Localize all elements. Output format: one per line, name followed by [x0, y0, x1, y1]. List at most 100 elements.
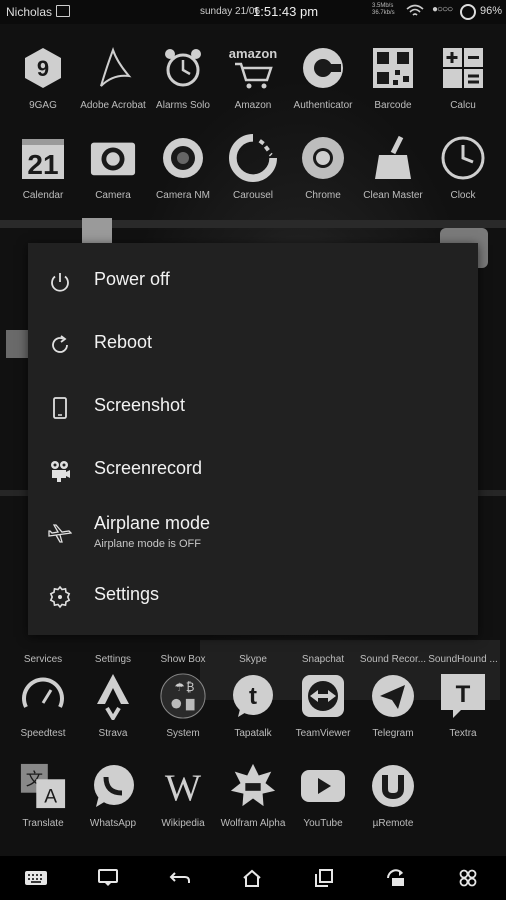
app-label: Wolfram Alpha [220, 818, 286, 829]
app-teamviewer[interactable]: TeamViewer [288, 672, 358, 752]
back-button[interactable] [166, 866, 194, 890]
youtube-icon [299, 762, 347, 810]
app-camera-nm[interactable]: Camera NM [148, 134, 218, 214]
app-label: Chrome [305, 190, 341, 201]
app-label: Skype [239, 654, 267, 665]
app-clock[interactable]: Clock [428, 134, 498, 214]
app-camera[interactable]: Camera [78, 134, 148, 214]
svg-text:W: W [165, 767, 202, 809]
app-wikipedia[interactable]: W Wikipedia [148, 762, 218, 842]
app-textra[interactable]: T Textra [428, 672, 498, 752]
svg-text:9: 9 [37, 56, 49, 81]
app-label: Clean Master [363, 190, 423, 201]
app-telegram[interactable]: Telegram [358, 672, 428, 752]
app-label: Telegram [372, 728, 414, 739]
notes-button[interactable] [94, 866, 122, 890]
gear-icon [49, 585, 71, 609]
reboot-icon [52, 335, 68, 353]
app-uremote[interactable]: µRemote [358, 762, 428, 842]
app-label: Settings [94, 654, 132, 665]
app-translate[interactable]: 文A Translate [8, 762, 78, 842]
power-menu: Power off Reboot Screenshot Screenrecord… [28, 243, 478, 635]
back-icon [169, 872, 190, 883]
calendar-icon: 21 [19, 134, 67, 182]
notification-dots-icon: ●○○○ [432, 4, 453, 15]
app-label: YouTube [303, 818, 343, 829]
menu-item-settings[interactable]: Settings [28, 565, 478, 628]
app-row-2: 21 Calendar Camera Camera NM Carousel Ch… [0, 134, 506, 214]
apps-icon [459, 869, 477, 887]
menu-item-label: Airplane mode [94, 513, 211, 533]
wifi-icon [406, 4, 424, 16]
app-label: Show Box [160, 654, 206, 665]
status-bar: Nicholas sunday 21/06 1:51:43 pm 3.5Mb/s… [0, 0, 506, 24]
app-adobe-acrobat[interactable]: Adobe Acrobat [78, 44, 148, 124]
app-chrome[interactable]: Chrome [288, 134, 358, 214]
paper-plane-icon [369, 672, 417, 720]
menu-item-reboot[interactable]: Reboot [28, 313, 478, 376]
svg-text:☂: ☂ [174, 682, 185, 694]
app-label: Camera [95, 190, 131, 201]
system-icon: ☂ ₿ [159, 672, 207, 720]
svg-text:amazon: amazon [229, 46, 277, 61]
app-9gag[interactable]: 9 9GAG [8, 44, 78, 124]
app-label: Calcu [450, 100, 476, 111]
home-button[interactable] [238, 866, 266, 890]
recents-button[interactable] [310, 866, 338, 890]
app-label: 9GAG [29, 100, 57, 111]
camera-lens-icon [159, 134, 207, 182]
app-label: Clock [450, 190, 476, 201]
app-tapatalk[interactable]: t Tapatalk [218, 672, 288, 752]
airplane-icon [48, 524, 72, 543]
app-carousel[interactable]: Carousel [218, 134, 288, 214]
app-label: Snapchat [301, 654, 345, 665]
app-amazon[interactable]: amazon Amazon [218, 44, 288, 124]
app-label: Speedtest [20, 728, 66, 739]
menu-item-label: Reboot [94, 332, 153, 352]
acrobat-icon [89, 44, 137, 92]
status-date: sunday 21/06 [200, 6, 261, 17]
app-clean-master[interactable]: Clean Master [358, 134, 428, 214]
menu-item-label: Screenrecord [94, 458, 203, 478]
keyboard-icon [25, 871, 47, 885]
app-speedtest[interactable]: Speedtest [8, 672, 78, 752]
whatsapp-icon [89, 762, 137, 810]
rotate-button[interactable] [382, 866, 410, 890]
navigation-bar [0, 856, 506, 900]
app-authenticator[interactable]: Authenticator [288, 44, 358, 124]
app-label: Tapatalk [234, 728, 272, 739]
svg-text:₿: ₿ [186, 682, 195, 694]
app-wolfram-alpha[interactable]: Wolfram Alpha [218, 762, 288, 842]
app-label: Calendar [22, 190, 64, 201]
menu-item-airplane-mode[interactable]: Airplane mode Airplane mode is OFF [28, 502, 478, 565]
app-alarms-solo[interactable]: Alarms Solo [148, 44, 218, 124]
svg-text:t: t [249, 683, 257, 710]
app-system[interactable]: ☂ ₿ System [148, 672, 218, 752]
app-whatsapp[interactable]: WhatsApp [78, 762, 148, 842]
app-label: Translate [22, 818, 64, 829]
apps-button[interactable] [454, 866, 482, 890]
app-youtube[interactable]: YouTube [288, 762, 358, 842]
app-strava[interactable]: Strava [78, 672, 148, 752]
airplane-mode-status: Airplane mode is OFF [94, 538, 201, 550]
app-calculator[interactable]: Calcu [428, 44, 498, 124]
calculator-icon [439, 44, 487, 92]
app-row-5: 文A Translate WhatsApp W Wikipedia Wolfra… [0, 762, 506, 842]
tapatalk-icon: t [229, 672, 277, 720]
app-label: System [166, 728, 200, 739]
clock-icon [439, 134, 487, 182]
menu-item-screenrecord[interactable]: Screenrecord [28, 439, 478, 502]
app-label: Alarms Solo [156, 100, 210, 111]
owner-name: Nicholas [6, 5, 53, 19]
menu-item-power-off[interactable]: Power off [28, 250, 478, 313]
gallery-icon [56, 5, 70, 17]
app-calendar[interactable]: 21 Calendar [8, 134, 78, 214]
svg-text:A: A [44, 786, 57, 807]
keyboard-button[interactable] [22, 866, 50, 890]
app-row-4: Speedtest Strava ☂ ₿ System t Tapatalk Te… [0, 672, 506, 752]
app-barcode[interactable]: Barcode [358, 44, 428, 124]
menu-item-screenshot[interactable]: Screenshot [28, 376, 478, 439]
app-icon-partial [6, 330, 30, 358]
app-label: Barcode [374, 100, 412, 111]
battery-ring-icon [460, 4, 476, 20]
